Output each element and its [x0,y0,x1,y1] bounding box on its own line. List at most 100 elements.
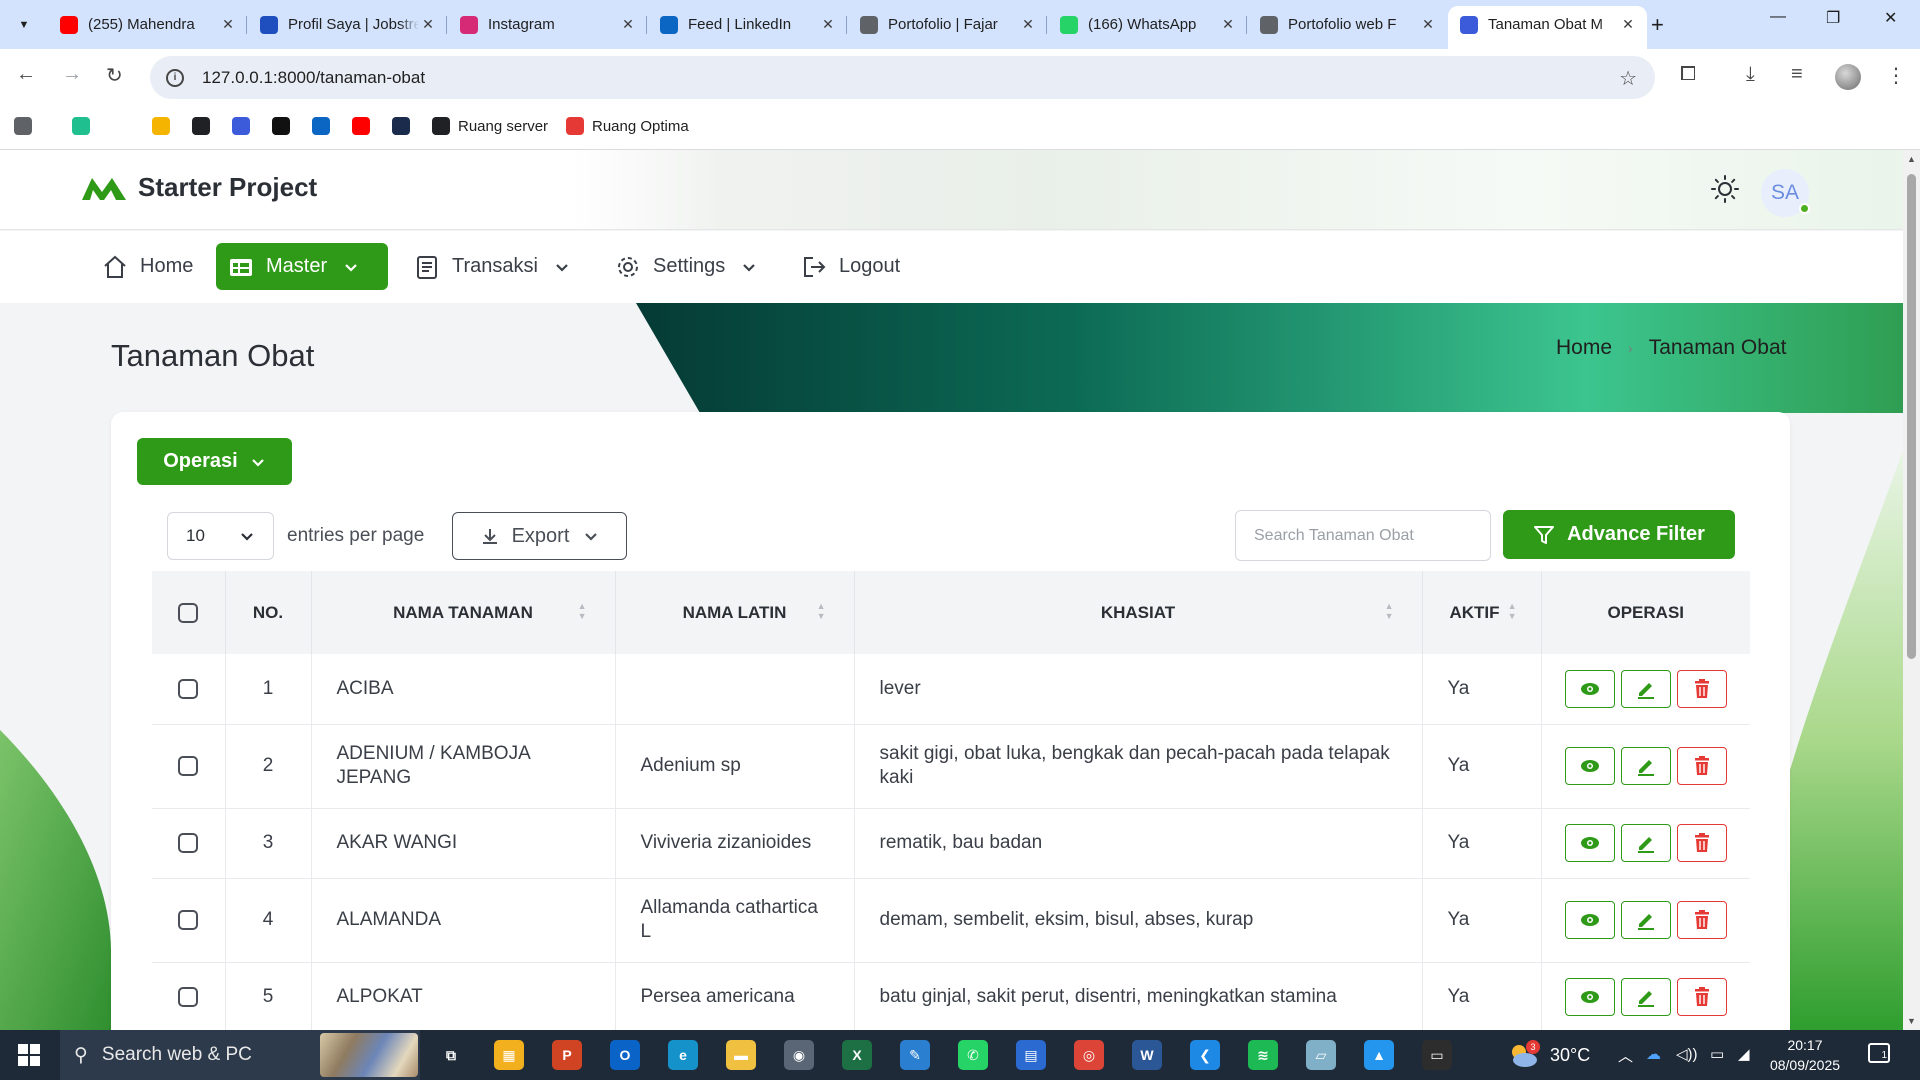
restore-icon[interactable]: ❐ [1826,8,1840,28]
bookmark-item[interactable] [152,117,170,135]
volume-icon[interactable]: ◁)) [1676,1045,1698,1063]
browser-tab[interactable]: Portofolio web F ✕ [1248,8,1447,41]
column-header-no[interactable]: No. [225,571,312,654]
menu-item-logout[interactable]: Logout [789,243,912,290]
excel-icon[interactable]: X [842,1040,872,1070]
notification-center-icon[interactable]: 1 [1868,1043,1890,1063]
vscode-icon[interactable]: ❮ [1190,1040,1220,1070]
browser-tab[interactable]: Tanaman Obat M ✕ [1448,6,1647,49]
browser-tab[interactable]: Feed | LinkedIn ✕ [648,8,847,41]
theme-toggle-sun-icon[interactable] [1710,174,1740,209]
view-button[interactable] [1564,747,1615,785]
extensions-icon[interactable]: ⧠ [1680,63,1696,86]
delete-button[interactable] [1676,669,1727,708]
bookmark-item[interactable] [14,117,32,135]
table-row[interactable]: 2 ADENIUM / KAMBOJA JEPANG Adenium sp sakit… [152,724,1750,809]
media-control-icon[interactable]: ≡ [1791,63,1803,86]
word-icon[interactable]: W [1132,1040,1162,1070]
address-url[interactable]: 127.0.0.1:8000/tanaman-obat [202,68,425,88]
close-tab-icon[interactable]: ✕ [1019,16,1037,33]
scrollbar-thumb[interactable] [1907,174,1916,659]
column-header-nama-latin[interactable]: Nama Latin ▲ ▼ [615,571,855,654]
edit-button[interactable] [1620,669,1671,708]
export-dropdown-button[interactable]: Export [452,512,627,560]
bookmark-item[interactable] [72,117,90,135]
menu-item-transaksi[interactable]: Transaksi [402,243,582,290]
edge-icon[interactable]: e [668,1040,698,1070]
battery-icon[interactable]: ▭ [1710,1045,1724,1063]
advance-filter-button[interactable]: Advance Filter [1503,510,1735,559]
outlook-icon[interactable]: O [610,1040,640,1070]
powerpoint-icon[interactable]: P [552,1040,582,1070]
table-row[interactable]: 1 ACIBA lever Ya [152,654,1750,725]
browser-tab[interactable]: Instagram ✕ [448,8,647,41]
page-scrollbar[interactable]: ▲ ▼ [1903,150,1920,1030]
bookmark-item[interactable] [392,117,410,135]
brand[interactable]: Starter Project [80,172,317,203]
system-clock[interactable]: 20:17 08/09/2025 [1760,1035,1850,1075]
bookmark-item[interactable] [232,117,250,135]
column-header-nama-tanaman[interactable]: Nama Tanaman ▲ ▼ [311,571,616,654]
view-button[interactable] [1564,978,1615,1016]
table-row[interactable]: 5 ALPOKAT Persea americana batu ginjal, sak… [152,962,1750,1030]
operasi-dropdown-button[interactable]: Operasi [137,438,292,485]
browser-tab[interactable]: (166) WhatsApp ✕ [1048,8,1247,41]
close-tab-icon[interactable]: ✕ [1619,16,1637,33]
browser-tab[interactable]: Profil Saya | Jobstreet✕ [248,8,447,41]
browser-profile-avatar[interactable] [1835,64,1861,90]
bookmark-star-icon[interactable]: ☆ [1619,66,1637,91]
minimize-icon[interactable]: — [1770,8,1786,26]
table-row[interactable]: 3 AKAR WANGI Viviveria zizanioides rematik,… [152,808,1750,879]
per-page-select[interactable]: 10 [167,512,274,560]
delete-button[interactable] [1676,978,1727,1016]
close-tab-icon[interactable]: ✕ [619,16,637,33]
windows-start-icon[interactable] [18,1044,40,1066]
close-window-icon[interactable]: ✕ [1884,8,1897,28]
wifi-icon[interactable]: ◢ [1738,1045,1750,1063]
forward-icon[interactable]: → [62,63,82,86]
browser-tab[interactable]: Portofolio | Fajar ✕ [848,8,1047,41]
edit-button[interactable] [1620,747,1671,785]
scroll-down-icon[interactable]: ▼ [1907,1016,1916,1026]
row-checkbox[interactable] [178,909,199,930]
select-all-checkbox[interactable] [178,602,199,623]
view-button[interactable] [1564,669,1615,708]
bookmark-item[interactable] [272,117,290,135]
calendar-icon[interactable]: ▤ [1016,1040,1046,1070]
close-tab-icon[interactable]: ✕ [219,16,237,33]
store-icon[interactable]: ▦ [494,1040,524,1070]
bookmark-item[interactable]: Ruang server [432,117,548,135]
address-bar[interactable]: i 127.0.0.1:8000/tanaman-obat ☆ [150,56,1655,99]
notes-icon[interactable]: ▱ [1306,1040,1336,1070]
back-icon[interactable]: ← [16,63,36,86]
menu-item-master[interactable]: Master [216,243,388,290]
delete-button[interactable] [1676,747,1727,785]
delete-button[interactable] [1676,824,1727,862]
user-avatar[interactable]: SA [1761,169,1810,217]
chrome-icon[interactable]: ◎ [1060,1030,1118,1080]
row-checkbox[interactable] [178,678,199,699]
weather-widget[interactable]: 3 30°C [1506,1030,1590,1080]
scroll-up-icon[interactable]: ▲ [1907,154,1916,164]
close-tab-icon[interactable]: ✕ [1419,16,1437,33]
delete-button[interactable] [1676,901,1727,939]
view-button[interactable] [1564,824,1615,862]
browser-menu-icon[interactable]: ⋮ [1886,63,1906,88]
row-checkbox[interactable] [178,986,199,1007]
onedrive-icon[interactable]: ☁ [1646,1045,1661,1063]
tray-expand-icon[interactable]: ︿ [1618,1045,1633,1066]
bookmark-item[interactable] [312,117,330,135]
bookmark-item[interactable] [192,117,210,135]
edit-button[interactable] [1620,901,1671,939]
row-checkbox[interactable] [178,755,199,776]
close-tab-icon[interactable]: ✕ [419,16,437,33]
table-row[interactable]: 4 ALAMANDA Allamanda cathartica Ldemam, se… [152,878,1750,963]
edit-button[interactable] [1620,978,1671,1016]
terminal-icon[interactable]: ▭ [1422,1040,1452,1070]
camera-icon[interactable]: ◉ [784,1040,814,1070]
spotify-icon[interactable]: ≋ [1248,1040,1278,1070]
new-tab-button[interactable]: + [1651,12,1664,38]
reload-icon[interactable]: ↻ [106,63,123,88]
task-view-icon[interactable]: ⧉ [436,1040,466,1070]
tab-search-chevron-icon[interactable]: ▼ [10,12,38,38]
